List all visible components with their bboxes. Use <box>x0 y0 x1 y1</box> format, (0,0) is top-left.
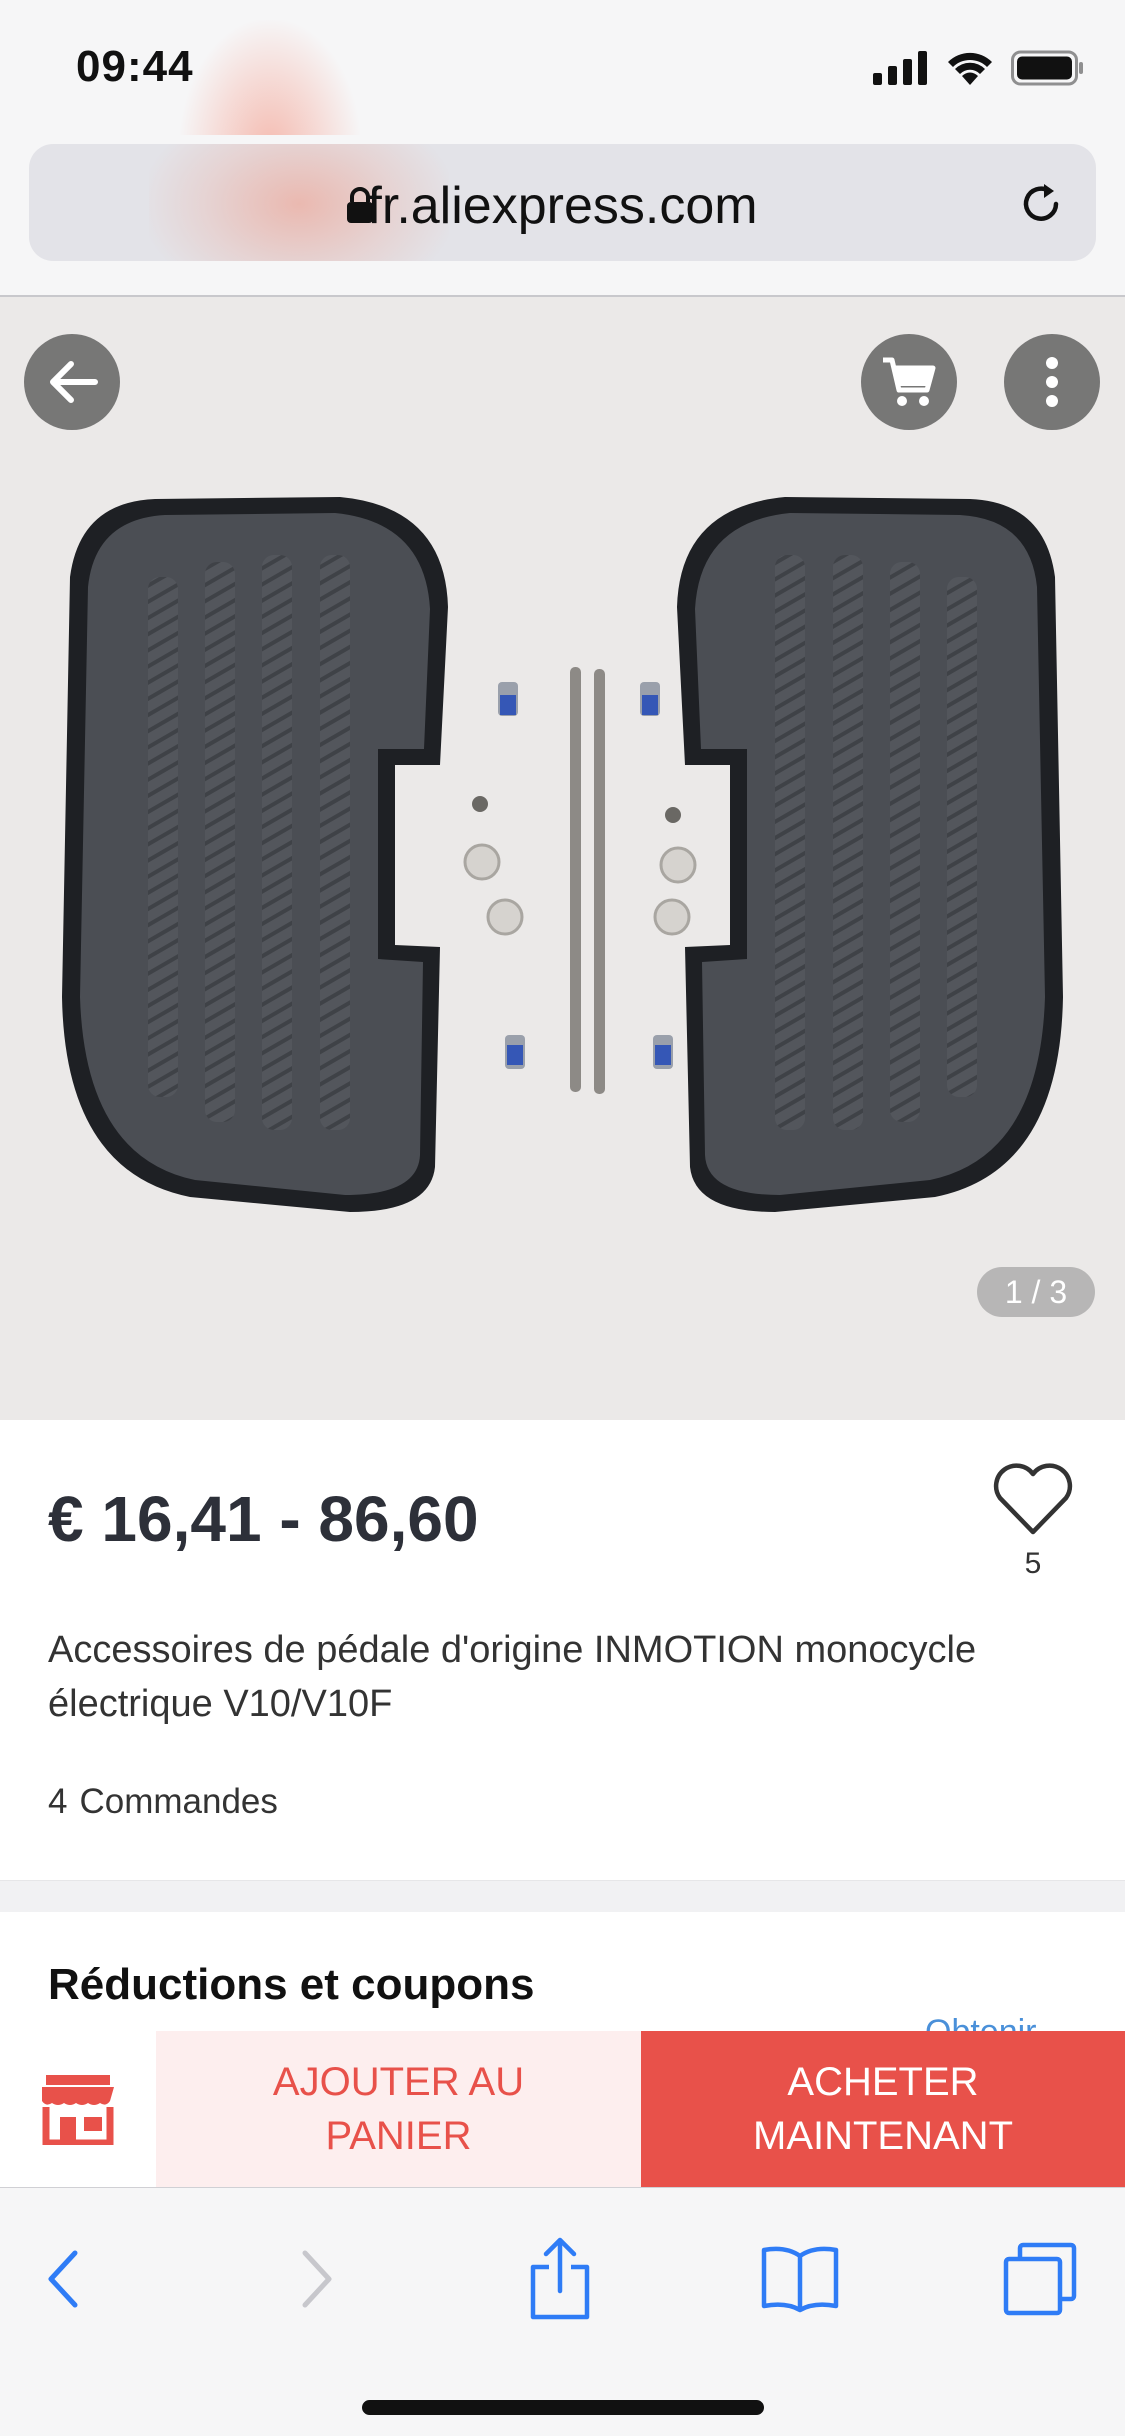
coupons-heading: Réductions et coupons <box>48 1960 535 2009</box>
heart-icon <box>993 1463 1073 1535</box>
store-button[interactable] <box>0 2031 156 2187</box>
image-counter: 1 / 3 <box>977 1267 1095 1317</box>
book-icon <box>761 2246 839 2313</box>
wifi-icon <box>948 52 992 85</box>
address-domain[interactable]: fr.aliexpress.com <box>29 176 1096 236</box>
browser-forward-button[interactable] <box>270 2234 360 2324</box>
orders-count: 4 <box>48 1782 68 1821</box>
more-options-button[interactable] <box>1004 334 1100 430</box>
reload-icon[interactable] <box>1016 178 1066 228</box>
tabs-button[interactable] <box>995 2234 1085 2324</box>
tabs-icon <box>1003 2242 1077 2316</box>
status-time: 09:44 <box>76 42 194 91</box>
signal-icon <box>873 51 927 85</box>
wishlist-count: 5 <box>1024 1547 1042 1580</box>
bookmarks-button[interactable] <box>755 2234 845 2324</box>
product-photo <box>0 297 1125 1420</box>
buy-now-button[interactable]: ACHETER MAINTENANT <box>641 2031 1125 2187</box>
chevron-left-icon <box>48 2250 78 2308</box>
address-bar[interactable]: fr.aliexpress.com <box>29 144 1096 261</box>
status-icons <box>873 48 1085 88</box>
add-to-cart-button[interactable]: AJOUTER AU PANIER <box>156 2031 641 2187</box>
cart-button[interactable] <box>861 334 957 430</box>
browser-toolbar <box>0 2187 1125 2436</box>
page: 09:44 fr.aliexpress.com 1 / 3 € 16,41 - … <box>0 0 1125 2436</box>
wishlist-button[interactable]: 5 <box>988 1460 1078 1581</box>
product-price: € 16,41 - 86,60 <box>48 1483 479 1555</box>
product-image-gallery[interactable]: 1 / 3 <box>0 297 1125 1420</box>
store-icon <box>42 2075 114 2145</box>
share-button[interactable] <box>515 2234 605 2324</box>
product-info: € 16,41 - 86,60 5 Accessoires de pédale … <box>0 1420 1125 1880</box>
arrow-left-icon <box>50 361 98 403</box>
share-icon <box>530 2237 590 2320</box>
shopping-cart-icon <box>883 357 936 406</box>
purchase-action-bar: AJOUTER AU PANIER ACHETER MAINTENANT <box>0 2031 1125 2187</box>
home-indicator <box>362 2400 764 2415</box>
status-bar: 09:44 <box>0 0 1125 280</box>
chevron-right-icon <box>302 2250 332 2308</box>
coupons-section: Réductions et coupons Obtenir <box>0 1912 1125 2032</box>
orders-info: 4 Commandes <box>48 1782 278 1822</box>
section-divider <box>0 1880 1125 1912</box>
browser-address-area: fr.aliexpress.com <box>0 135 1125 297</box>
browser-back-button[interactable] <box>20 2234 110 2324</box>
get-coupon-link[interactable]: Obtenir <box>925 2018 1037 2032</box>
back-button[interactable] <box>24 334 120 430</box>
add-to-cart-label: AJOUTER AU PANIER <box>272 2060 525 2158</box>
battery-icon <box>1011 50 1083 86</box>
orders-label: Commandes <box>79 1782 278 1821</box>
product-title: Accessoires de pédale d'origine INMOTION… <box>48 1629 977 1725</box>
more-vertical-icon <box>1046 357 1058 407</box>
buy-now-label: ACHETER MAINTENANT <box>753 2060 1013 2158</box>
